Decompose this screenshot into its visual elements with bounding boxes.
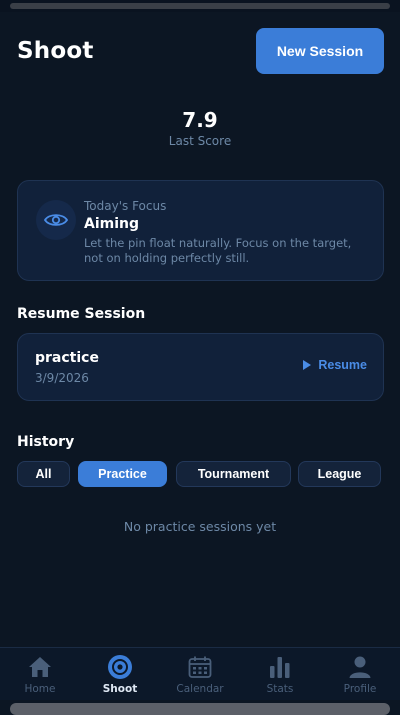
resume-session-date: 3/9/2026 (35, 371, 89, 385)
history-empty-message: No practice sessions yet (123, 519, 277, 534)
tab-calendar-label: Calendar (176, 683, 224, 695)
filter-chip-tournament[interactable]: Tournament (176, 461, 291, 487)
focus-kicker: Today's Focus (84, 199, 167, 213)
status-bar (0, 0, 400, 12)
calendar-icon (160, 654, 240, 680)
new-session-button[interactable]: New Session (256, 28, 384, 74)
filter-chip-league[interactable]: League (298, 461, 381, 487)
page-title: Shoot (17, 38, 94, 64)
last-score-value: 7.9 (182, 108, 218, 132)
person-icon (320, 654, 400, 680)
resume-button[interactable]: Resume (303, 358, 367, 372)
resume-section-title: Resume Session (17, 306, 146, 322)
todays-focus-card: Today's Focus Aiming Let the pin float n… (17, 180, 384, 281)
tab-home[interactable]: Home (0, 654, 80, 695)
filter-chip-all[interactable]: All (17, 461, 70, 487)
home-indicator (10, 703, 390, 715)
resume-button-label: Resume (318, 358, 367, 372)
tab-stats[interactable]: Stats (240, 654, 320, 695)
play-icon (303, 360, 312, 370)
bottom-tab-bar: Home Shoot Calendar Stats Profile (0, 647, 400, 700)
home-icon (0, 654, 80, 680)
tab-calendar[interactable]: Calendar (160, 654, 240, 695)
tab-stats-label: Stats (266, 683, 294, 695)
last-score-label: Last Score (168, 134, 232, 148)
tab-profile[interactable]: Profile (320, 654, 400, 695)
tab-shoot-label: Shoot (102, 683, 138, 695)
focus-title: Aiming (84, 216, 140, 232)
last-score: 7.9 Last Score (0, 108, 400, 148)
header: Shoot New Session (17, 28, 384, 74)
tab-home-label: Home (24, 683, 56, 695)
tab-shoot[interactable]: Shoot (80, 654, 160, 695)
bar-chart-icon (240, 654, 320, 680)
tab-profile-label: Profile (343, 683, 377, 695)
target-icon (80, 654, 160, 680)
focus-description: Let the pin float naturally. Focus on th… (84, 236, 352, 265)
eye-icon (36, 200, 76, 240)
history-filter-chips: All Practice Tournament League (0, 461, 400, 487)
resume-session-name: practice (35, 350, 99, 366)
history-section-title: History (17, 434, 75, 450)
filter-chip-practice[interactable]: Practice (78, 461, 167, 487)
resume-session-card[interactable]: practice 3/9/2026 Resume (17, 333, 384, 401)
